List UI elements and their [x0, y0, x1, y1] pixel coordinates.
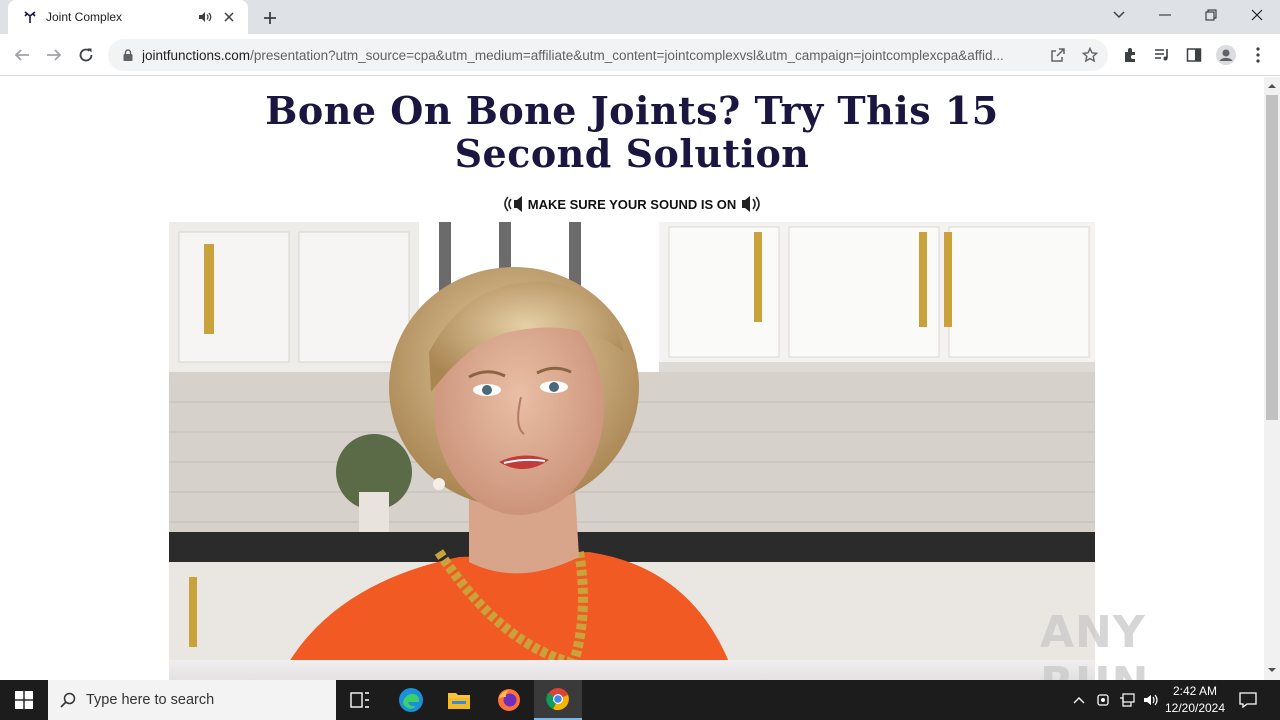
lock-icon[interactable] — [120, 47, 136, 63]
url-path: /presentation?utm_source=cpa&utm_medium=… — [250, 47, 1004, 63]
media-control-icon[interactable] — [1148, 41, 1176, 69]
taskbar-search-box[interactable]: Type here to search — [48, 680, 336, 720]
file-explorer-icon[interactable] — [435, 680, 483, 720]
chrome-icon[interactable] — [534, 680, 582, 720]
speaker-left-icon — [503, 196, 522, 212]
address-bar[interactable]: jointfunctions.com/presentation?utm_sour… — [108, 39, 1108, 71]
bookmark-star-icon[interactable] — [1076, 41, 1104, 69]
firefox-icon[interactable] — [485, 680, 533, 720]
reload-icon[interactable] — [72, 41, 100, 69]
edge-browser-icon[interactable] — [387, 680, 435, 720]
tab-title: Joint Complex — [46, 10, 123, 24]
speaker-right-icon — [742, 196, 761, 212]
site-favicon-icon — [22, 9, 38, 25]
notifications-icon[interactable] — [1234, 680, 1262, 720]
scrollbar-thumb[interactable] — [1266, 95, 1278, 420]
minimize-icon[interactable] — [1142, 0, 1188, 30]
url-host: jointfunctions.com — [142, 47, 251, 63]
share-icon[interactable] — [1044, 41, 1072, 69]
tray-app-icon[interactable] — [1092, 680, 1114, 720]
clock-time: 2:42 AM — [1172, 684, 1218, 698]
scroll-down-icon[interactable] — [1268, 666, 1276, 674]
browser-toolbar: jointfunctions.com/presentation?utm_sour… — [0, 34, 1280, 76]
new-tab-icon[interactable] — [258, 6, 282, 30]
taskbar-clock[interactable]: 2:42 AM 12/20/2024 — [1160, 683, 1230, 717]
page-content: Bone On Bone Joints? Try This 15 Second … — [0, 77, 1264, 680]
side-panel-icon[interactable] — [1180, 41, 1208, 69]
video-controls-bar[interactable] — [169, 660, 1095, 680]
video-frame-presenter — [169, 222, 1095, 662]
profile-avatar-icon[interactable] — [1212, 41, 1240, 69]
tab-strip: Joint Complex — [0, 0, 1280, 34]
back-icon[interactable] — [8, 41, 36, 69]
close-window-icon[interactable] — [1234, 0, 1280, 30]
forward-icon[interactable] — [40, 41, 68, 69]
search-icon — [60, 692, 76, 708]
page-headline: Bone On Bone Joints? Try This 15 Second … — [265, 88, 999, 176]
windows-logo-icon — [15, 691, 33, 709]
search-placeholder: Type here to search — [86, 692, 215, 708]
anyrun-watermark: ANY RUN — [1040, 607, 1148, 680]
tab-joint-complex[interactable]: Joint Complex — [8, 0, 248, 34]
tab-search-chevron-icon[interactable] — [1096, 0, 1142, 30]
network-icon[interactable] — [1115, 680, 1139, 720]
page-scrollbar[interactable] — [1264, 77, 1280, 680]
task-view-icon[interactable] — [336, 680, 384, 720]
tab-audio-playing-icon[interactable] — [196, 8, 214, 26]
sound-notice: MAKE SURE YOUR SOUND IS ON — [0, 195, 1264, 213]
volume-icon[interactable] — [1140, 680, 1162, 720]
clock-date: 12/20/2024 — [1164, 701, 1226, 715]
windows-taskbar: Type here to search 2:42 AM 12/20/2024 — [0, 680, 1280, 720]
show-hidden-icons-chevron-icon[interactable] — [1068, 680, 1090, 720]
restore-icon[interactable] — [1188, 0, 1234, 30]
sales-video-player[interactable] — [169, 222, 1095, 662]
start-button[interactable] — [0, 680, 48, 720]
sound-notice-text: MAKE SURE YOUR SOUND IS ON — [527, 196, 737, 212]
url-text: jointfunctions.com/presentation?utm_sour… — [142, 48, 1042, 63]
more-menu-icon[interactable] — [1244, 41, 1272, 69]
tab-close-icon[interactable] — [220, 8, 238, 26]
scroll-up-icon[interactable] — [1268, 82, 1276, 90]
extensions-icon[interactable] — [1116, 41, 1144, 69]
